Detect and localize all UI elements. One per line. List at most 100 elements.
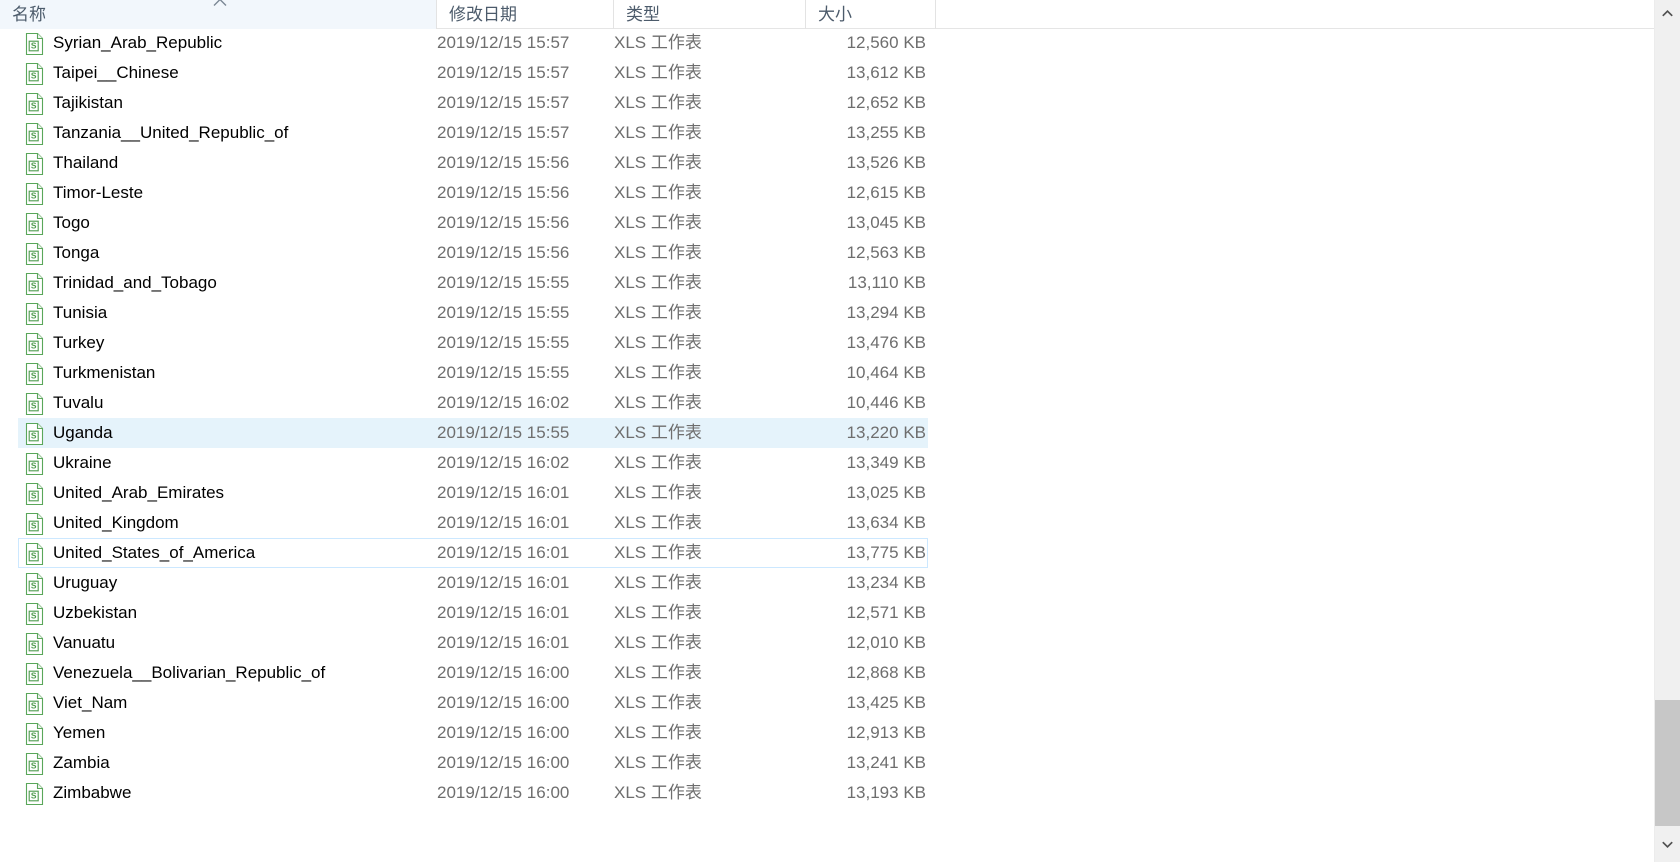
file-size-cell: 12,615 KB xyxy=(806,179,926,207)
file-date-modified-label: 2019/12/15 16:01 xyxy=(437,573,570,592)
svg-text:S: S xyxy=(31,701,37,711)
file-row[interactable]: S Timor-Leste 2019/12/15 15:56 XLS 工作表 12,61… xyxy=(18,178,928,208)
file-date-modified-cell: 2019/12/15 16:01 xyxy=(437,479,614,507)
xls-worksheet-icon: S xyxy=(25,303,44,325)
svg-text:S: S xyxy=(31,791,37,801)
file-row[interactable]: S Thailand 2019/12/15 15:56 XLS 工作表 13,526 K… xyxy=(18,148,928,178)
file-row[interactable]: S Turkey 2019/12/15 15:55 XLS 工作表 13,476 KB xyxy=(18,328,928,358)
file-row[interactable]: S Tunisia 2019/12/15 15:55 XLS 工作表 13,294 KB xyxy=(18,298,928,328)
file-size-label: 13,234 KB xyxy=(846,573,926,592)
file-date-modified-label: 2019/12/15 15:57 xyxy=(437,93,570,112)
column-header-type[interactable]: 类型 xyxy=(613,0,805,29)
svg-text:S: S xyxy=(31,461,37,471)
file-name-cell[interactable]: S Thailand xyxy=(19,149,437,177)
file-size-cell: 13,775 KB xyxy=(806,539,926,567)
file-row[interactable]: S Tanzania__United_Republic_of 2019/12/15 … xyxy=(18,118,928,148)
svg-text:S: S xyxy=(31,401,37,411)
file-size-label: 12,563 KB xyxy=(846,243,926,262)
file-size-cell: 12,913 KB xyxy=(806,719,926,747)
file-name-cell[interactable]: S United_Arab_Emirates xyxy=(19,479,437,507)
file-name-cell[interactable]: S Taipei__Chinese xyxy=(19,59,437,87)
file-type-cell: XLS 工作表 xyxy=(614,209,806,237)
file-size-cell: 13,045 KB xyxy=(806,209,926,237)
file-name-cell[interactable]: S Zimbabwe xyxy=(19,779,437,807)
file-date-modified-cell: 2019/12/15 15:56 xyxy=(437,149,614,177)
file-name-cell[interactable]: S Tajikistan xyxy=(19,89,437,117)
file-date-modified-cell: 2019/12/15 16:00 xyxy=(437,779,614,807)
file-name-label: Tonga xyxy=(53,243,100,262)
file-name-cell[interactable]: S Zambia xyxy=(19,749,437,777)
file-type-cell: XLS 工作表 xyxy=(614,149,806,177)
file-name-cell[interactable]: S Tuvalu xyxy=(19,389,437,417)
file-name-cell[interactable]: S Vanuatu xyxy=(19,629,437,657)
svg-text:S: S xyxy=(31,251,37,261)
column-header-size[interactable]: 大小 xyxy=(805,0,935,29)
file-name-cell[interactable]: S Timor-Leste xyxy=(19,179,437,207)
file-row[interactable]: S United_Kingdom 2019/12/15 16:01 XLS 工作表 13… xyxy=(18,508,928,538)
file-size-cell: 13,220 KB xyxy=(806,419,926,447)
file-name-cell[interactable]: S Uruguay xyxy=(19,569,437,597)
file-row[interactable]: S United_States_of_America 2019/12/15 16:0… xyxy=(18,538,928,568)
xls-worksheet-icon: S xyxy=(25,153,44,175)
scrollbar-thumb[interactable] xyxy=(1655,700,1680,826)
file-name-cell[interactable]: S Tanzania__United_Republic_of xyxy=(19,119,437,147)
file-date-modified-cell: 2019/12/15 15:55 xyxy=(437,359,614,387)
file-row[interactable]: S Viet_Nam 2019/12/15 16:00 XLS 工作表 13,425 K… xyxy=(18,688,928,718)
file-name-cell[interactable]: S Turkey xyxy=(19,329,437,357)
file-type-label: XLS 工作表 xyxy=(614,243,702,262)
vertical-scrollbar[interactable] xyxy=(1654,0,1680,862)
file-row[interactable]: S Tonga 2019/12/15 15:56 XLS 工作表 12,563 KB xyxy=(18,238,928,268)
file-name-label: Zambia xyxy=(53,753,110,772)
svg-text:S: S xyxy=(31,281,37,291)
file-name-cell[interactable]: S Yemen xyxy=(19,719,437,747)
file-name-cell[interactable]: S United_States_of_America xyxy=(19,539,437,567)
file-name-label: Viet_Nam xyxy=(53,693,128,712)
file-row[interactable]: S Togo 2019/12/15 15:56 XLS 工作表 13,045 KB xyxy=(18,208,928,238)
file-date-modified-cell: 2019/12/15 15:55 xyxy=(437,329,614,357)
file-name-cell[interactable]: S Uganda xyxy=(19,419,437,447)
file-row[interactable]: S Uruguay 2019/12/15 16:01 XLS 工作表 13,234 KB xyxy=(18,568,928,598)
xls-worksheet-icon: S xyxy=(25,423,44,445)
file-row[interactable]: S Uganda 2019/12/15 15:55 XLS 工作表 13,220 KB xyxy=(18,418,928,448)
column-header-date-modified[interactable]: 修改日期 xyxy=(436,0,613,29)
file-row[interactable]: S Zambia 2019/12/15 16:00 XLS 工作表 13,241 KB xyxy=(18,748,928,778)
file-type-cell: XLS 工作表 xyxy=(614,479,806,507)
file-row[interactable]: S Vanuatu 2019/12/15 16:01 XLS 工作表 12,010 KB xyxy=(18,628,928,658)
file-row[interactable]: S Zimbabwe 2019/12/15 16:00 XLS 工作表 13,193 K… xyxy=(18,778,928,808)
file-row[interactable]: S Taipei__Chinese 2019/12/15 15:57 XLS 工作表 1… xyxy=(18,58,928,88)
file-name-cell[interactable]: S Viet_Nam xyxy=(19,689,437,717)
file-type-cell: XLS 工作表 xyxy=(614,29,806,57)
file-name-cell[interactable]: S Uzbekistan xyxy=(19,599,437,627)
file-name-cell[interactable]: S Trinidad_and_Tobago xyxy=(19,269,437,297)
file-name-cell[interactable]: S Syrian_Arab_Republic xyxy=(19,29,437,57)
file-name-cell[interactable]: S Turkmenistan xyxy=(19,359,437,387)
file-date-modified-cell: 2019/12/15 16:01 xyxy=(437,569,614,597)
file-date-modified-cell: 2019/12/15 15:56 xyxy=(437,239,614,267)
file-name-label: Timor-Leste xyxy=(53,183,144,202)
file-row[interactable]: S Trinidad_and_Tobago 2019/12/15 15:55 XLS … xyxy=(18,268,928,298)
file-row[interactable]: S Ukraine 2019/12/15 16:02 XLS 工作表 13,349 KB xyxy=(18,448,928,478)
sort-ascending-chevron-up-icon xyxy=(210,0,230,10)
file-name-cell[interactable]: S Tunisia xyxy=(19,299,437,327)
file-name-label: Uzbekistan xyxy=(53,603,138,622)
file-name-label: Taipei__Chinese xyxy=(53,63,179,82)
file-name-cell[interactable]: S Tonga xyxy=(19,239,437,267)
file-row[interactable]: S Venezuela__Bolivarian_Republic_of 2019/1… xyxy=(18,658,928,688)
file-row[interactable]: S Turkmenistan 2019/12/15 15:55 XLS 工作表 10,4… xyxy=(18,358,928,388)
file-row[interactable]: S United_Arab_Emirates 2019/12/15 16:01 XLS… xyxy=(18,478,928,508)
file-date-modified-label: 2019/12/15 15:55 xyxy=(437,303,570,322)
file-name-cell[interactable]: S United_Kingdom xyxy=(19,509,437,537)
file-row[interactable]: S Tajikistan 2019/12/15 15:57 XLS 工作表 12,652… xyxy=(18,88,928,118)
file-name-cell[interactable]: S Togo xyxy=(19,209,437,237)
file-row[interactable]: S Yemen 2019/12/15 16:00 XLS 工作表 12,913 KB xyxy=(18,718,928,748)
file-row[interactable]: S Syrian_Arab_Republic 2019/12/15 15:57 XLS… xyxy=(18,29,928,58)
file-type-label: XLS 工作表 xyxy=(614,753,702,772)
file-name-label: Yemen xyxy=(53,723,106,742)
file-row[interactable]: S Uzbekistan 2019/12/15 16:01 XLS 工作表 12,571… xyxy=(18,598,928,628)
column-header-name[interactable]: 名称 xyxy=(0,0,436,29)
file-name-cell[interactable]: S Venezuela__Bolivarian_Republic_of xyxy=(19,659,437,687)
file-row[interactable]: S Tuvalu 2019/12/15 16:02 XLS 工作表 10,446 KB xyxy=(18,388,928,418)
file-name-cell[interactable]: S Ukraine xyxy=(19,449,437,477)
scroll-up-button[interactable] xyxy=(1655,0,1680,31)
scroll-down-button[interactable] xyxy=(1655,831,1680,862)
